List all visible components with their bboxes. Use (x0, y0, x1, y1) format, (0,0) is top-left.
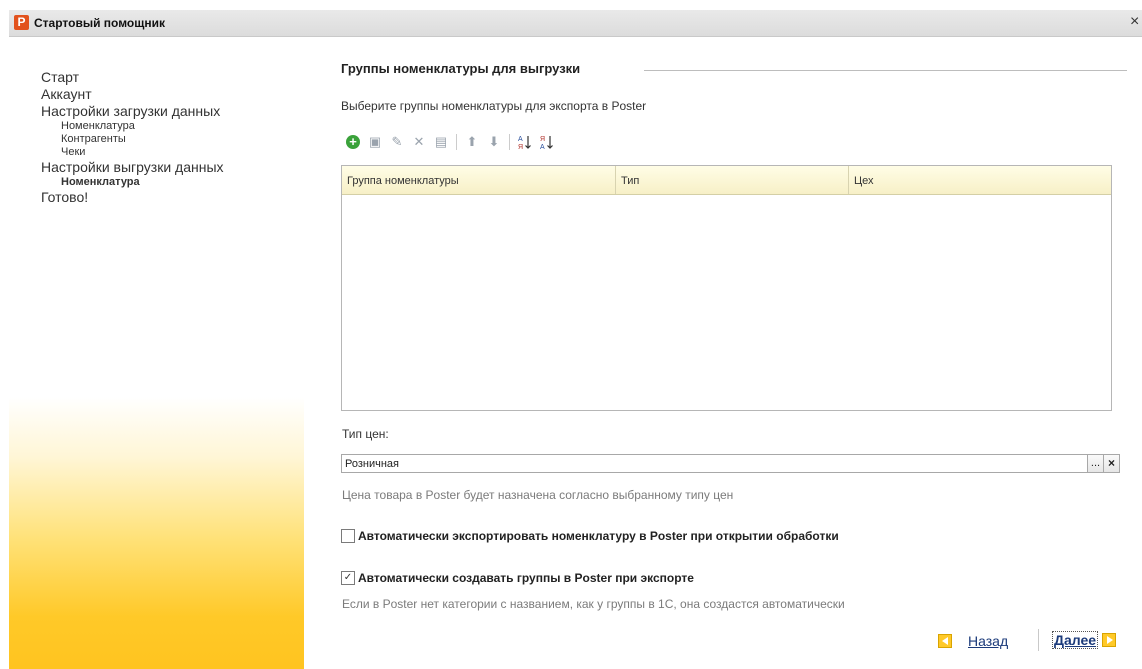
sidebar: Старт Аккаунт Настройки загрузки данных … (9, 37, 304, 669)
sidebar-item-done[interactable]: Готово! (41, 189, 224, 206)
wizard-steps: Старт Аккаунт Настройки загрузки данных … (41, 69, 224, 206)
next-button[interactable]: Далее (1052, 631, 1117, 649)
price-type-field[interactable]: Розничная (341, 454, 1088, 473)
svg-text:A: A (540, 144, 545, 150)
sort-desc-button[interactable]: Я A (538, 133, 556, 151)
footer-separator (1038, 629, 1039, 651)
delete-icon: ✕ (413, 134, 425, 149)
auto-export-checkbox[interactable] (341, 529, 355, 543)
price-type-hint: Цена товара в Poster будет назначена сог… (342, 488, 734, 502)
sidebar-item-export-settings[interactable]: Настройки выгрузки данных (41, 159, 224, 176)
column-header-workshop[interactable]: Цех (849, 166, 1111, 194)
price-type-label: Тип цен: (342, 427, 389, 441)
sort-asc-icon: A Я (518, 136, 531, 150)
edit-button[interactable]: ✎ (388, 133, 406, 151)
sidebar-item-export-nomenclature[interactable]: Номенклатура (41, 176, 224, 189)
auto-groups-hint: Если в Poster нет категории с названием,… (342, 597, 845, 611)
table-toolbar: + ▣ ✎ ✕ ▤ ⬆ ⬇ A Я Я A (344, 133, 560, 151)
price-type-clear-button[interactable]: × (1104, 454, 1120, 473)
close-icon[interactable]: × (1130, 13, 1142, 31)
auto-groups-checkbox[interactable]: ✓ (341, 571, 355, 585)
next-link[interactable]: Далее (1052, 631, 1099, 649)
nomenclature-groups-table[interactable]: Группа номенклатуры Тип Цех (341, 165, 1112, 411)
copy-button[interactable]: ▣ (366, 133, 384, 151)
sort-desc-icon: Я A (540, 136, 553, 150)
sidebar-item-import-nomenclature[interactable]: Номенклатура (41, 120, 224, 133)
add-icon: + (346, 135, 360, 149)
delete-button[interactable]: ✕ (410, 133, 428, 151)
move-down-icon: ⬇ (488, 134, 500, 149)
window-left-edge (0, 36, 9, 669)
sidebar-item-import-contractors[interactable]: Контрагенты (41, 133, 224, 146)
edit-icon: ✎ (391, 134, 403, 149)
move-up-icon: ⬆ (466, 134, 478, 149)
back-link[interactable]: Назад (968, 633, 1008, 649)
svg-text:A: A (518, 136, 523, 143)
back-button[interactable]: Назад (938, 633, 1008, 649)
toolbar-separator (456, 134, 457, 150)
section-description: Выберите группы номенклатуры для экспорт… (341, 99, 647, 113)
save-icon: ▤ (434, 134, 448, 149)
add-button[interactable]: + (344, 133, 362, 151)
auto-export-label[interactable]: Автоматически экспортировать номенклатур… (358, 529, 839, 543)
sidebar-item-import-receipts[interactable]: Чеки (41, 146, 224, 159)
column-header-group[interactable]: Группа номенклатуры (342, 166, 616, 194)
section-divider (644, 70, 1127, 71)
save-button[interactable]: ▤ (432, 133, 450, 151)
top-strip (0, 0, 1142, 10)
sort-asc-button[interactable]: A Я (516, 133, 534, 151)
window-title: Стартовый помощник (34, 16, 165, 30)
move-down-button[interactable]: ⬇ (485, 133, 503, 151)
arrow-left-icon (938, 634, 952, 648)
auto-groups-label[interactable]: Автоматически создавать группы в Poster … (358, 571, 694, 585)
copy-icon: ▣ (368, 134, 382, 149)
move-up-button[interactable]: ⬆ (463, 133, 481, 151)
toolbar-separator (509, 134, 510, 150)
table-header: Группа номенклатуры Тип Цех (342, 166, 1111, 195)
sidebar-item-import-settings[interactable]: Настройки загрузки данных (41, 103, 224, 120)
section-title: Группы номенклатуры для выгрузки (341, 61, 581, 76)
arrow-right-icon (1102, 633, 1117, 647)
svg-text:Я: Я (540, 136, 545, 143)
sidebar-item-start[interactable]: Старт (41, 69, 224, 86)
auto-export-option[interactable]: Автоматически экспортировать номенклатур… (341, 529, 839, 543)
auto-groups-option[interactable]: ✓ Автоматически создавать группы в Poste… (341, 571, 694, 585)
svg-text:Я: Я (518, 144, 523, 150)
app-logo-icon: P (14, 15, 29, 30)
price-type-select-button[interactable]: ... (1088, 454, 1104, 473)
column-header-type[interactable]: Тип (616, 166, 849, 194)
main-panel: Группы номенклатуры для выгрузки Выберит… (304, 37, 1142, 669)
title-bar: P Стартовый помощник × (9, 10, 1142, 37)
sidebar-item-account[interactable]: Аккаунт (41, 86, 224, 103)
